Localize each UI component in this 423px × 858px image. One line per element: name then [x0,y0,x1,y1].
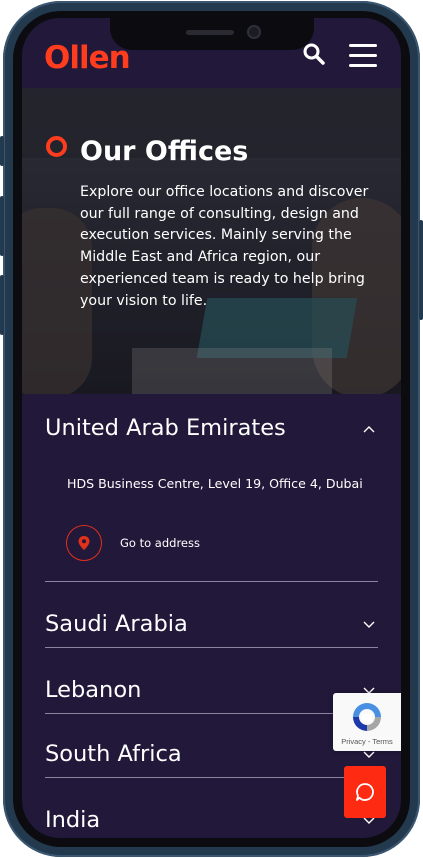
front-camera [247,25,261,39]
divider [45,647,378,648]
hero-section: Our Offices Explore our office locations… [22,88,401,394]
recaptcha-logo-icon [353,703,381,731]
notch [110,18,314,50]
map-pin-button[interactable] [66,525,102,561]
office-address: HDS Business Centre, Level 19, Office 4,… [67,476,363,491]
go-to-address-link[interactable]: Go to address [120,536,200,550]
hamburger-menu-icon[interactable] [349,44,377,67]
chevron-up-icon[interactable] [362,422,376,436]
page-title: Our Offices [80,136,249,167]
divider [45,713,378,714]
power-button [419,220,423,320]
chat-button[interactable] [344,766,386,818]
mute-switch [0,136,4,166]
title-ring-icon [46,136,67,157]
volume-down-button [0,275,4,335]
volume-up-button [0,196,4,256]
map-pin-icon [78,536,90,550]
search-icon[interactable] [302,42,326,66]
speaker-grille [186,30,234,35]
accordion-india[interactable]: India [45,807,100,833]
chat-bubble-icon [356,783,374,801]
recaptcha-terms[interactable]: Privacy - Terms [333,737,401,746]
screen: Ollen Our Offices Explore our office loc… [22,18,401,838]
divider [45,581,378,582]
chevron-down-icon[interactable] [362,618,376,632]
accordion-saudi-arabia[interactable]: Saudi Arabia [45,611,188,637]
accordion-lebanon[interactable]: Lebanon [45,677,141,703]
brand-logo[interactable]: Ollen [44,40,131,76]
recaptcha-badge[interactable]: Privacy - Terms [333,693,401,751]
hero-description: Explore our office locations and discove… [80,184,369,309]
divider [45,777,378,778]
accordion-uae-title[interactable]: United Arab Emirates [45,415,286,441]
accordion-south-africa[interactable]: South Africa [45,741,182,767]
